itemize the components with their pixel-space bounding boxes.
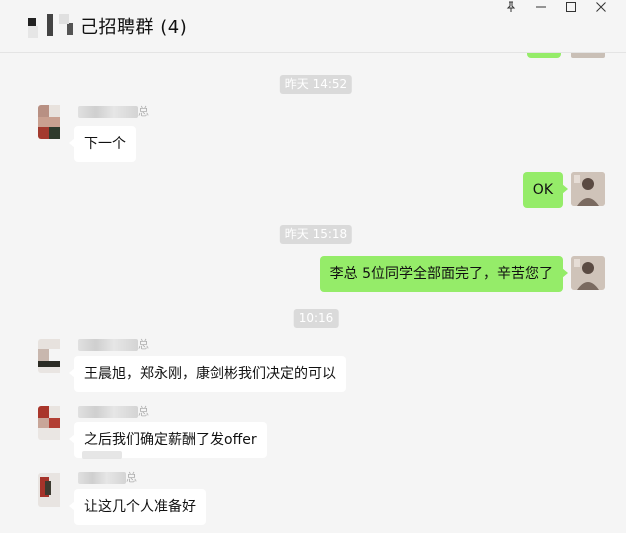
avatar[interactable] [38, 406, 72, 440]
redacted-name [78, 106, 138, 119]
sender-name-suffix: 总 [138, 406, 149, 418]
message-bubble[interactable]: 下一个 [69, 126, 136, 162]
chat-title-text: 招聘群 (4) [98, 17, 188, 38]
chat-title-area: 己招聘群 (4) [28, 12, 187, 40]
redacted-name [78, 406, 138, 419]
sender-name-suffix: 总 [138, 339, 149, 351]
timestamp: 昨天 14:52 [279, 75, 353, 94]
chat-title: 己招聘群 (4) [80, 13, 187, 39]
timestamp: 昨天 15:18 [279, 225, 353, 244]
title-bar: 己招聘群 (4) [0, 0, 626, 53]
redacted-title-prefix [28, 13, 80, 39]
redacted-name [78, 339, 138, 352]
pin-icon[interactable] [496, 0, 526, 14]
message-bubble[interactable]: 让这几个人准备好 [69, 489, 206, 525]
sender-name-suffix: 总 [126, 472, 137, 484]
avatar[interactable] [38, 473, 72, 507]
self-avatar[interactable] [571, 256, 605, 290]
window-controls [496, 0, 616, 14]
message-list[interactable]: 昨天 14:52 总 下一个 OK 昨天 15:18 李总 5位同学全部面完了，… [0, 53, 626, 533]
previous-avatar [571, 53, 605, 58]
previous-message-bubble [527, 53, 561, 58]
minimize-icon[interactable] [526, 0, 556, 14]
avatar[interactable] [38, 339, 72, 373]
sender-name: 总 [78, 103, 149, 119]
message-bubble-self[interactable]: OK [522, 172, 569, 208]
redacted-name [78, 472, 126, 485]
redaction-smudge [82, 451, 122, 459]
avatar[interactable] [38, 105, 72, 139]
self-avatar[interactable] [571, 172, 605, 206]
sender-name-suffix: 总 [138, 106, 149, 118]
sender-name: 总 [78, 403, 149, 419]
message-bubble-self[interactable]: 李总 5位同学全部面完了，辛苦您了 [319, 256, 569, 292]
message-bubble[interactable]: 王晨旭，郑永刚，康剑彬我们决定的可以 [69, 356, 346, 392]
chat-title-fragment: 己 [80, 17, 99, 38]
timestamp: 10:16 [293, 309, 339, 328]
sender-name: 总 [78, 336, 149, 352]
sender-name: 总 [78, 469, 137, 485]
close-icon[interactable] [586, 0, 616, 14]
maximize-icon[interactable] [556, 0, 586, 14]
